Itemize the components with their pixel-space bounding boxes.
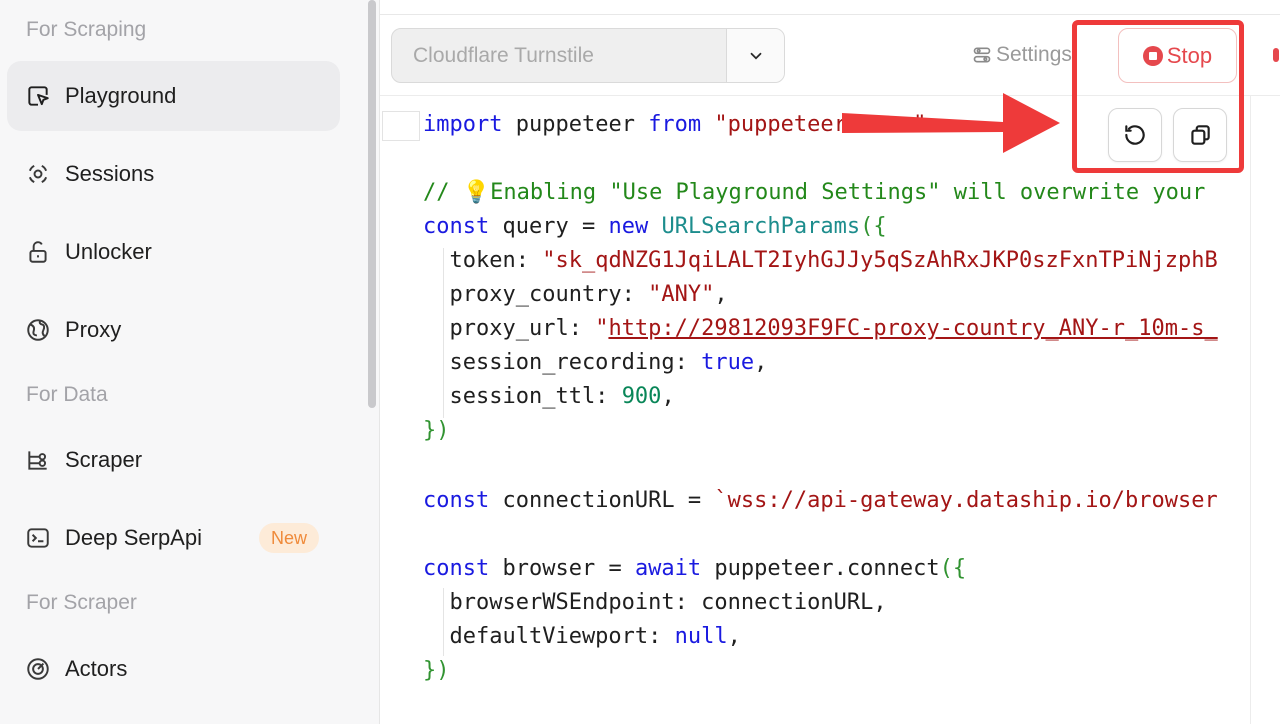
- select-value: Cloudflare Turnstile: [413, 43, 594, 67]
- section-label-for-scraping: For Scraping: [26, 18, 147, 41]
- new-badge: New: [259, 523, 320, 553]
- code-line: browserWSEndpoint: connectionURL,: [423, 590, 887, 615]
- sidebar-item-label: Actors: [65, 656, 128, 681]
- code-line: token: "sk_qdNZG1JqiLALT2IyhGJJy5qSzAhRx…: [423, 248, 1218, 273]
- proxy-url-link[interactable]: http://29812093F9FC-proxy-country_ANY-r_…: [608, 316, 1217, 341]
- sidebar-item-actors[interactable]: Actors: [7, 634, 340, 704]
- sidebar-item-label: Unlocker: [65, 239, 152, 264]
- section-label-for-data: For Data: [26, 383, 108, 406]
- sidebar-item-scraper[interactable]: Scraper: [7, 425, 340, 495]
- code-editor[interactable]: import puppeteer from "puppeteer-core" /…: [423, 108, 1241, 708]
- offscreen-button-edge: [1273, 48, 1279, 62]
- code-line: // 💡Enabling "Use Playground Settings" w…: [423, 180, 1206, 205]
- terminal-icon: [25, 525, 51, 551]
- unlock-icon: [25, 239, 51, 265]
- gutter-marker: [382, 111, 420, 141]
- code-line: const browser = await puppeteer.connect(…: [423, 556, 967, 581]
- section-label-for-scraper: For Scraper: [26, 591, 137, 614]
- code-line: }): [423, 658, 450, 683]
- sidebar-item-sessions[interactable]: Sessions: [7, 139, 340, 209]
- code-line: proxy_country: "ANY",: [423, 282, 728, 307]
- sidebar-item-playground[interactable]: Playground: [7, 61, 340, 131]
- cursor-pointer-icon: [25, 83, 51, 109]
- code-line: proxy_url: "http://29812093F9FC-proxy-co…: [423, 316, 1218, 341]
- sidebar-item-unlocker[interactable]: Unlocker: [7, 217, 340, 287]
- code-line: defaultViewport: null,: [423, 624, 741, 649]
- main-panel: Cloudflare Turnstile Settings Stop impor…: [380, 0, 1280, 724]
- code-line: const connectionURL = `wss://api-gateway…: [423, 488, 1218, 513]
- sidebar-scrollbar[interactable]: [366, 0, 380, 724]
- sidebar-item-label: Playground: [65, 83, 177, 108]
- sliders-icon: [973, 47, 991, 63]
- divider: [1250, 96, 1251, 724]
- sidebar-item-label: Deep SerpApi: [65, 525, 202, 550]
- sidebar-item-label: Sessions: [65, 161, 155, 186]
- code-line: session_recording: true,: [423, 350, 768, 375]
- settings-button[interactable]: Settings: [972, 40, 1072, 70]
- sidebar-item-label: Scraper: [65, 447, 143, 472]
- sidebar: For Scraping Playground Sessions Unlocke…: [0, 0, 366, 724]
- sidebar-item-deep-serpapi[interactable]: Deep SerpApi New: [7, 503, 340, 573]
- scraper-icon: [25, 447, 51, 473]
- code-line: const query = new URLSearchParams({: [423, 214, 887, 239]
- divider: [380, 14, 1280, 15]
- scenario-select[interactable]: Cloudflare Turnstile: [391, 28, 785, 83]
- globe-icon: [25, 317, 51, 343]
- code-line: }): [423, 418, 450, 443]
- actors-icon: [25, 656, 51, 682]
- settings-label: Settings: [996, 43, 1072, 66]
- sidebar-item-proxy[interactable]: Proxy: [7, 295, 340, 365]
- sidebar-item-label: Proxy: [65, 317, 122, 342]
- sessions-icon: [25, 161, 51, 187]
- chevron-down-icon[interactable]: [726, 29, 784, 82]
- code-line: import puppeteer from "puppeteer-core": [423, 112, 927, 137]
- scrollbar-thumb[interactable]: [368, 0, 376, 408]
- code-line: session_ttl: 900,: [423, 384, 675, 409]
